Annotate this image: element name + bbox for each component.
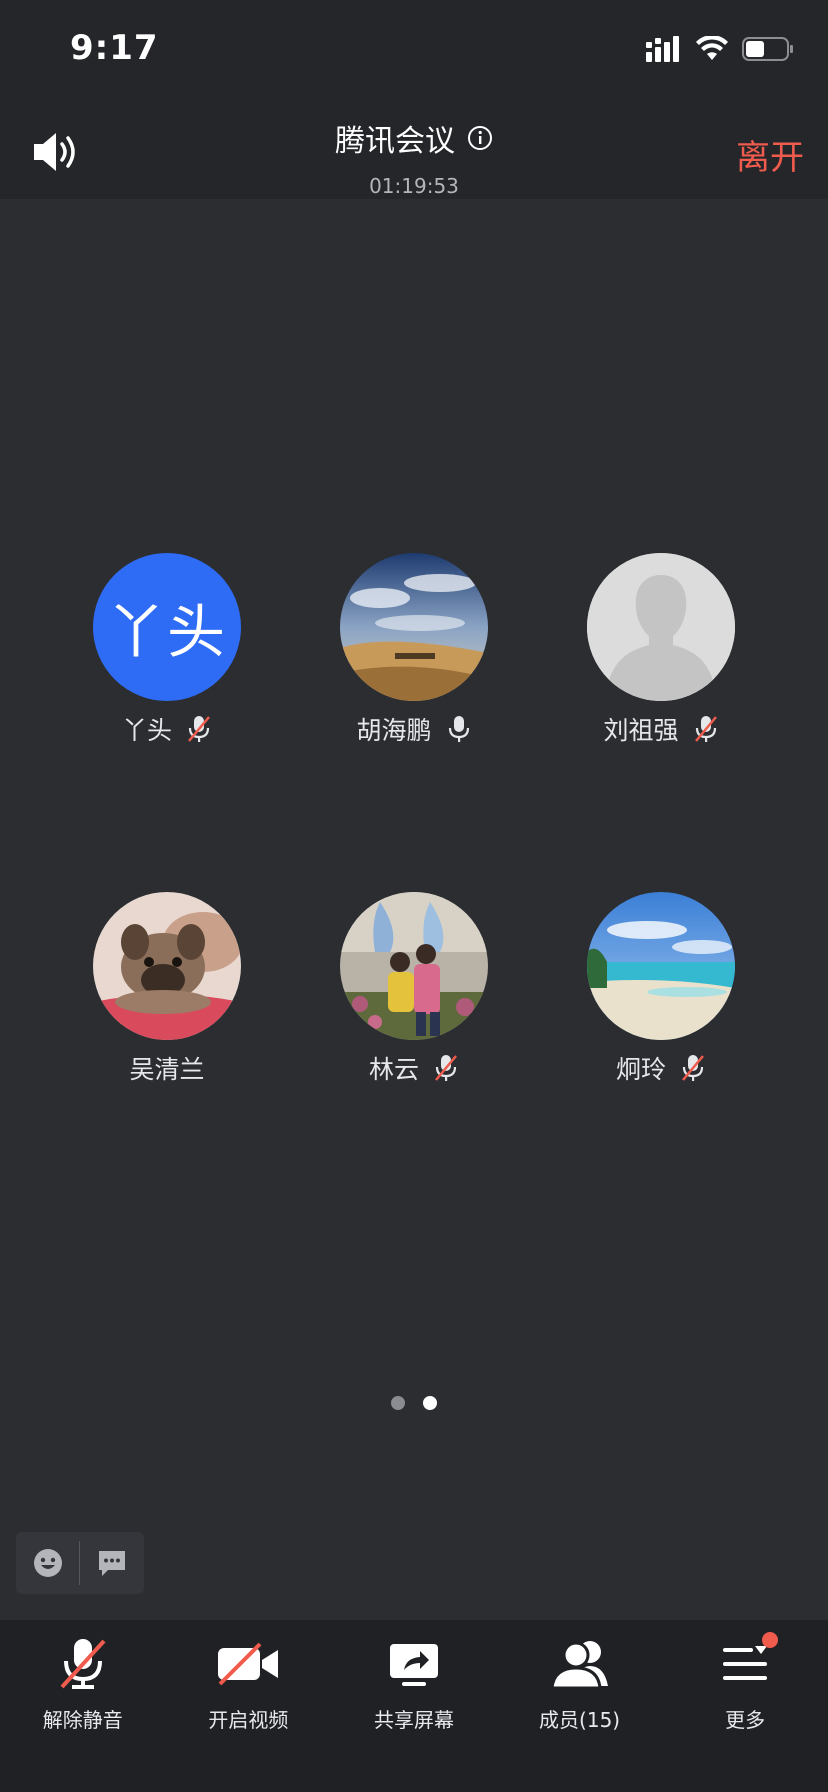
signal-icon — [646, 36, 679, 62]
participant-tile[interactable]: 炯玲 — [537, 892, 785, 1086]
unmute-label: 解除静音 — [42, 1708, 123, 1732]
beach-photo-icon — [587, 892, 735, 1040]
default-avatar-icon — [587, 553, 735, 701]
meeting-timer: 01:19:53 — [369, 174, 459, 198]
participant-name: 林云 — [368, 1055, 419, 1084]
members-icon — [549, 1641, 608, 1690]
mic-muted-icon — [188, 716, 210, 742]
avatar-initials: 丫头 — [106, 598, 227, 666]
members-label: 成员(15) — [539, 1708, 621, 1732]
participant-name: 胡海鹏 — [356, 716, 432, 745]
status-icons — [646, 32, 794, 66]
mic-muted-icon — [435, 1055, 457, 1081]
mic-muted-icon — [694, 716, 717, 742]
puppy-photo-icon — [93, 892, 241, 1040]
top-bar: 9:17 腾讯会议 01:19:53 离开 — [0, 0, 828, 199]
participant-tile[interactable]: 丫头 丫头 — [43, 553, 291, 747]
participant-tile[interactable]: 林云 — [290, 892, 538, 1086]
chat-icon[interactable] — [96, 1548, 128, 1578]
unmute-button[interactable]: 解除静音 — [0, 1620, 166, 1792]
status-time: 9:17 — [70, 28, 159, 68]
mic-muted-icon — [682, 1055, 704, 1081]
avatar — [587, 892, 735, 1040]
landscape-photo-icon — [340, 553, 488, 701]
share-screen-icon — [389, 1644, 438, 1686]
mic-muted-icon — [60, 1639, 106, 1689]
participant-name: 丫头 — [121, 716, 172, 745]
more-label: 更多 — [725, 1708, 766, 1732]
people-photo-icon — [340, 892, 488, 1040]
wifi-icon — [696, 36, 728, 60]
info-icon[interactable] — [467, 125, 493, 151]
mic-icon — [448, 716, 469, 742]
participant-name: 吴清兰 — [129, 1055, 205, 1084]
participant-tile[interactable]: 刘祖强 — [537, 553, 785, 747]
battery-icon — [742, 37, 793, 61]
emoji-icon[interactable] — [32, 1547, 64, 1579]
page-dot-2-active[interactable] — [423, 1396, 437, 1410]
avatar — [93, 892, 241, 1040]
page-indicator[interactable] — [0, 1396, 828, 1410]
notification-badge — [762, 1632, 779, 1648]
video-off-icon — [218, 1642, 279, 1686]
more-button[interactable]: 更多 — [662, 1620, 828, 1792]
participant-tile[interactable]: 胡海鹏 — [290, 553, 538, 747]
bottom-toolbar: 解除静音 开启视频 共享屏幕 成员(15) 更多 — [0, 1620, 828, 1792]
participant-name: 炯玲 — [615, 1055, 666, 1084]
start-video-button[interactable]: 开启视频 — [166, 1620, 332, 1792]
reaction-chat-box — [16, 1532, 144, 1594]
meeting-header: 腾讯会议 01:19:53 — [0, 116, 828, 198]
avatar: 丫头 — [93, 553, 241, 701]
avatar — [587, 553, 735, 701]
participant-tile[interactable]: 吴清兰 — [43, 892, 291, 1086]
share-screen-label: 共享屏幕 — [373, 1708, 454, 1732]
avatar — [340, 892, 488, 1040]
participant-name: 刘祖强 — [603, 716, 679, 745]
share-screen-button[interactable]: 共享屏幕 — [331, 1620, 497, 1792]
page-dot-1[interactable] — [391, 1396, 405, 1410]
meeting-title: 腾讯会议 — [335, 124, 455, 159]
leave-button[interactable]: 离开 — [736, 130, 804, 179]
menu-icon — [723, 1646, 768, 1680]
members-button[interactable]: 成员(15) — [497, 1620, 663, 1792]
start-video-label: 开启视频 — [208, 1708, 289, 1732]
avatar — [340, 553, 488, 701]
